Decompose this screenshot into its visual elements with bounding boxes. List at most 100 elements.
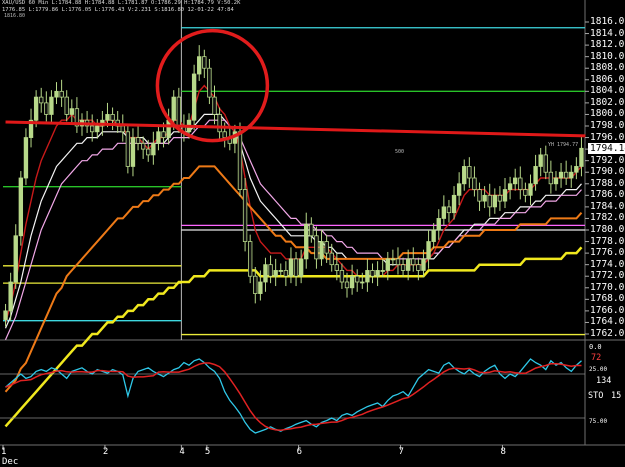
candle-body (467, 166, 472, 179)
candle-body (446, 206, 452, 214)
candle-body (59, 90, 64, 98)
x-tick-label: 2 (102, 447, 109, 457)
y-tick-label: 1784.00 (590, 200, 625, 212)
candle-body (563, 171, 569, 179)
stoch-d-line (5, 362, 582, 431)
stoch-upper-value: 72 (591, 353, 602, 363)
candle-body (390, 258, 396, 261)
candle-body (314, 235, 319, 260)
x-tick-label: 7 (398, 447, 404, 457)
candle-body (492, 194, 497, 208)
candle-body (258, 281, 263, 294)
candle-body (579, 147, 584, 167)
candle-body (146, 148, 151, 156)
candle-body (543, 154, 548, 173)
candle-body (278, 270, 283, 272)
candle-body (120, 125, 125, 133)
y-tick-label: 1762.00 (590, 328, 625, 339)
y-tick-label: 1766.00 (590, 304, 625, 316)
candle-body (385, 258, 390, 271)
chart-header-line1: XAU/USD 60 Min L:1784.88 H:1784.88 L:178… (2, 0, 241, 6)
candle-body (451, 194, 457, 214)
candle-body (574, 166, 579, 173)
y-tick-label: 1812.00 (590, 39, 625, 51)
candle-body (298, 258, 304, 277)
candle-body (324, 241, 329, 254)
candle-body (431, 229, 436, 242)
candle-body (497, 194, 503, 202)
candle-body (130, 137, 136, 167)
candle-body (329, 252, 334, 266)
candle-body (125, 131, 131, 167)
y-tick-label: 1816.00 (590, 16, 625, 27)
y-tick-label: 1800.00 (590, 108, 625, 120)
candle-body (487, 194, 492, 208)
candle-body (380, 270, 385, 272)
candle-body (90, 125, 95, 133)
candle-body (140, 142, 146, 150)
candle-body (171, 96, 176, 121)
x-tick-label: 1 (0, 447, 7, 457)
candle-body (110, 114, 115, 121)
y-tick-label: 1774.00 (590, 258, 625, 270)
candle-body (33, 96, 39, 121)
candle-body (49, 96, 54, 115)
candle-body (18, 177, 24, 237)
price-chart (0, 0, 625, 450)
candle-body (288, 258, 294, 277)
candle-body (202, 56, 207, 69)
candle-body (217, 114, 222, 133)
top-left-price-label: 1816.80 (4, 13, 26, 19)
y-tick-label: 1808.00 (590, 62, 625, 74)
candle-body (360, 281, 365, 284)
candle-body (3, 310, 8, 320)
candle-body (309, 223, 314, 237)
candle-body (304, 223, 309, 260)
candle-body (44, 102, 49, 115)
candle-body (426, 241, 431, 260)
candle-body (482, 194, 487, 202)
candle-body (456, 183, 462, 196)
candle-body (95, 125, 100, 133)
ma-white (4, 113, 582, 329)
stoch-d-value: 134 (596, 376, 612, 386)
y-tick-label: 1802.00 (590, 96, 625, 108)
current-price-label: 1794.14 (588, 143, 625, 154)
candle-body (538, 154, 543, 167)
y-tick-label: 1796.00 (590, 131, 625, 143)
candle-body (242, 189, 248, 242)
candle-body (247, 241, 253, 277)
candle-body (400, 264, 406, 271)
candle-body (253, 275, 258, 294)
highlight-circle (155, 28, 270, 143)
candle-body (375, 270, 380, 277)
candle-body (528, 183, 533, 196)
candle-body (161, 131, 166, 138)
candle-body (319, 241, 324, 260)
y-tick-label: 1772.00 (590, 270, 625, 282)
candle-body (293, 258, 299, 277)
candle-body (273, 270, 278, 277)
candle-body (8, 281, 13, 312)
candle-body (553, 177, 559, 185)
candle-body (191, 73, 197, 121)
y-tick-label: 1798.00 (590, 120, 625, 131)
y-tick-label: 1810.00 (590, 50, 625, 62)
candle-body (263, 264, 268, 283)
candle-body (558, 171, 564, 179)
candle-body (569, 171, 574, 179)
midline-tag: 500 (395, 149, 405, 155)
candle-body (472, 177, 477, 190)
y-tick-label: 1778.00 (590, 235, 625, 247)
y-tick-label: 1788.00 (590, 177, 625, 189)
candle-body (13, 235, 18, 283)
y-tick-label: 1804.00 (590, 85, 625, 97)
candle-body (23, 137, 29, 179)
candle-body (477, 189, 482, 202)
candle-body (349, 275, 355, 289)
candle-body (283, 270, 289, 277)
candle-body (339, 270, 345, 283)
candle-body (507, 183, 513, 190)
candle-body (237, 131, 243, 190)
candle-body (436, 218, 441, 231)
